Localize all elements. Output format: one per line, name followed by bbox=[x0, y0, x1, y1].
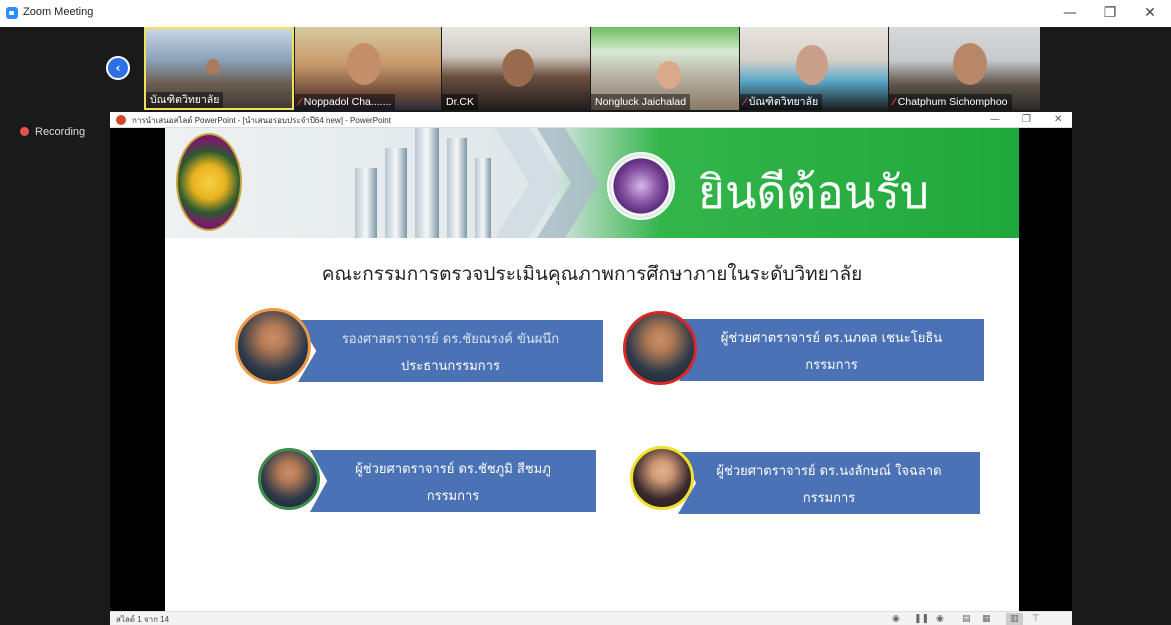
zoom-background-left bbox=[0, 27, 8, 625]
recording-label: Recording bbox=[35, 126, 86, 138]
member-photo bbox=[258, 448, 320, 510]
participant-video[interactable]: Nongluck Jaichalad bbox=[591, 27, 739, 110]
participant-name: บัณฑิตวิทยาลัย bbox=[146, 92, 224, 108]
participant-face bbox=[657, 61, 681, 89]
participant-video[interactable]: Dr.CK bbox=[442, 27, 590, 110]
college-emblem-icon bbox=[607, 152, 675, 220]
member-photo bbox=[630, 446, 694, 510]
recording-indicator[interactable]: Recording bbox=[20, 126, 85, 138]
member-photo bbox=[623, 311, 697, 385]
restore-button[interactable]: ❐ bbox=[1095, 3, 1125, 23]
powerpoint-icon bbox=[116, 115, 126, 125]
muted-mic-icon: ⁄ bbox=[893, 96, 895, 108]
ppt-restore-button[interactable]: ❐ bbox=[1022, 112, 1031, 128]
member-role: กรรมการ bbox=[426, 489, 480, 504]
participant-video[interactable]: ⁄ บัณฑิตวิทยาลัย bbox=[740, 27, 888, 110]
member-name: ผู้ช่วยศาตราจารย์ ดร.นงลักษณ์ ใจฉลาด bbox=[716, 464, 942, 479]
previous-slide-icon[interactable]: ◉ bbox=[892, 613, 900, 625]
member-name: ผู้ช่วยศาตราจารย์ ดร.ชัชภูมิ สีชมภู bbox=[355, 462, 551, 477]
next-slide-icon[interactable]: ◉ bbox=[936, 613, 944, 625]
minimize-button[interactable]: — bbox=[1055, 3, 1085, 23]
slide-headline: คณะกรรมการตรวจประเมินคุณภาพการศึกษาภายใน… bbox=[321, 263, 863, 285]
participant-name: ⁄ Chatphum Sichomphoo bbox=[889, 94, 1012, 110]
close-button[interactable]: ✕ bbox=[1135, 3, 1165, 23]
slideshow-icon[interactable]: ⊤ bbox=[1032, 613, 1040, 625]
participant-video[interactable]: ⁄ Noppadol Cha....... bbox=[295, 27, 441, 110]
member-label-box: รองศาสตราจารย์ ดร.ชัยณรงค์ ขันผนึก ประธา… bbox=[298, 320, 603, 382]
slide-sorter-icon[interactable]: ▦ bbox=[982, 613, 991, 625]
reading-view-icon[interactable]: ▥ bbox=[1006, 613, 1023, 625]
participant-video[interactable]: ⁄ Chatphum Sichomphoo bbox=[889, 27, 1040, 110]
slide-counter: สไลด์ 1 จาก 14 bbox=[116, 615, 170, 624]
participant-face bbox=[953, 43, 987, 85]
muted-mic-icon: ⁄ bbox=[299, 96, 301, 108]
welcome-title: ยินดีต้อนรับ bbox=[698, 165, 930, 219]
member-label-box: ผู้ช่วยศาตราจารย์ ดร.นภดล เชนะโยธิน กรรม… bbox=[679, 319, 984, 381]
participant-figure bbox=[206, 59, 220, 75]
powerpoint-titlebar: การนำเสนอสไลด์ PowerPoint - [นำเสนอรอบปร… bbox=[110, 112, 1072, 128]
slide-banner: ยินดีต้อนรับ bbox=[165, 128, 1019, 238]
participant-face bbox=[347, 43, 381, 85]
member-role: กรรมการ bbox=[805, 358, 858, 373]
window-titlebar: Zoom Meeting — ❐ ✕ bbox=[0, 0, 1171, 27]
member-role: กรรมการ bbox=[802, 491, 856, 506]
member-name: ผู้ช่วยศาตราจารย์ ดร.นภดล เชนะโยธิน bbox=[720, 331, 943, 346]
member-name: รองศาสตราจารย์ ดร.ชัยณรงค์ ขันผนึก bbox=[341, 332, 560, 347]
participant-name: ⁄ Noppadol Cha....... bbox=[295, 94, 396, 110]
member-label-box: ผู้ช่วยศาตราจารย์ ดร.นงลักษณ์ ใจฉลาด กรร… bbox=[678, 452, 980, 514]
participant-name: ⁄ บัณฑิตวิทยาลัย bbox=[740, 94, 823, 110]
record-icon bbox=[20, 127, 29, 136]
previous-page-button[interactable]: ‹ bbox=[106, 56, 130, 80]
participant-name: Nongluck Jaichalad bbox=[591, 94, 691, 110]
university-logo-icon bbox=[176, 133, 242, 231]
zoom-logo-icon bbox=[6, 7, 18, 19]
ppt-close-button[interactable]: ✕ bbox=[1054, 112, 1062, 128]
participant-face bbox=[502, 49, 534, 87]
member-label-box: ผู้ช่วยศาตราจารย์ ดร.ชัชภูมิ สีชมภู กรรม… bbox=[310, 450, 596, 512]
window-title: Zoom Meeting bbox=[23, 6, 94, 18]
member-photo bbox=[235, 308, 311, 384]
muted-mic-icon: ⁄ bbox=[744, 96, 746, 108]
presentation-slide[interactable]: ยินดีต้อนรับ คณะกรรมการตรวจประเมินคุณภาพ… bbox=[165, 128, 1019, 611]
powerpoint-title: การนำเสนอสไลด์ PowerPoint - [นำเสนอรอบปร… bbox=[132, 116, 391, 125]
normal-view-icon[interactable]: ▤ bbox=[962, 613, 971, 625]
pause-icon[interactable]: ❚❚ bbox=[914, 613, 929, 625]
participant-face bbox=[796, 45, 828, 85]
bar-graphic-icon bbox=[355, 128, 599, 238]
member-role: ประธานกรรมการ bbox=[401, 359, 500, 374]
participant-video[interactable]: บัณฑิตวิทยาลัย bbox=[144, 27, 294, 110]
powerpoint-statusbar: สไลด์ 1 จาก 14 ◉ ❚❚ ◉ ▤ ▦ ▥ ⊤ bbox=[110, 611, 1072, 625]
ppt-minimize-button[interactable]: — bbox=[990, 112, 1000, 128]
participant-name: Dr.CK bbox=[442, 94, 479, 110]
